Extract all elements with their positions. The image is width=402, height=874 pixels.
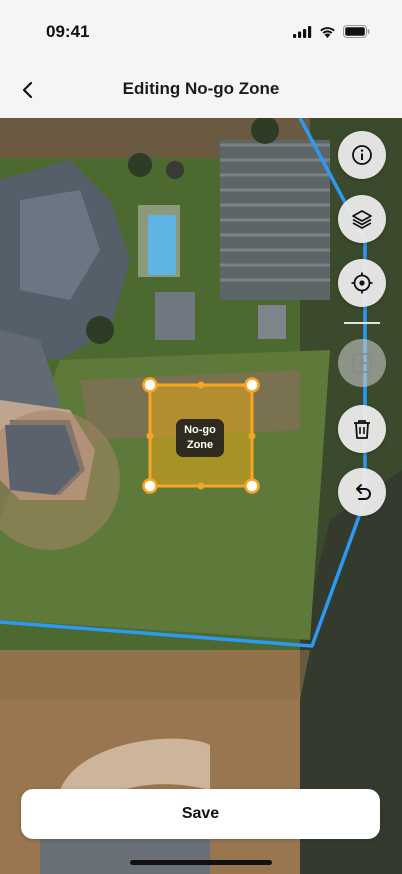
locate-icon	[351, 272, 373, 294]
layers-icon	[352, 210, 372, 229]
wifi-icon	[320, 26, 335, 38]
undo-icon	[356, 484, 371, 500]
home-indicator	[130, 860, 272, 865]
battery-icon	[343, 25, 370, 38]
vertex-handle[interactable]	[244, 377, 260, 393]
locate-button[interactable]	[338, 259, 386, 307]
status-time: 09:41	[46, 22, 90, 41]
vertex-handle[interactable]	[244, 478, 260, 494]
trash-icon	[354, 420, 370, 439]
delete-button[interactable]	[338, 405, 386, 453]
add-square-icon	[352, 353, 372, 373]
vertex-handle[interactable]	[142, 377, 158, 393]
page-title: Editing No-go Zone	[122, 79, 280, 98]
vertex-handle[interactable]	[142, 478, 158, 494]
nav-bar: Editing No-go Zone	[0, 62, 402, 118]
save-button[interactable]: Save	[21, 789, 380, 839]
info-button[interactable]	[338, 131, 386, 179]
status-bar: 09:41	[0, 0, 402, 62]
zone-label: No-go Zone	[176, 419, 224, 457]
controls-divider	[344, 322, 380, 324]
undo-button[interactable]	[338, 468, 386, 516]
status-icons	[293, 25, 370, 38]
add-button[interactable]	[338, 339, 386, 387]
layers-button[interactable]	[338, 195, 386, 243]
cellular-signal-icon	[293, 25, 312, 38]
info-icon	[352, 145, 372, 165]
